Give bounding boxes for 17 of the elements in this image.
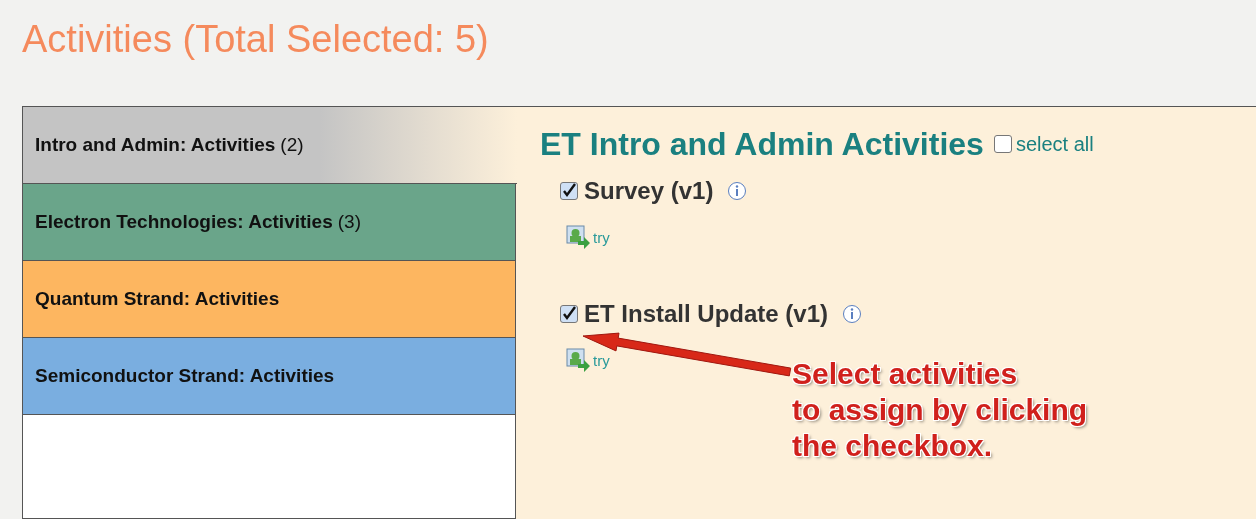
checkbox[interactable] [560,305,578,323]
launch-icon[interactable] [566,225,590,249]
checkbox[interactable] [993,135,1012,153]
activity-name: ET Install Update (v1) [584,300,829,328]
category-tab[interactable]: Electron Technologies: Activities (3) [23,184,516,261]
launch-icon[interactable] [566,348,590,372]
category-tab[interactable]: Semiconductor Strand: Activities [23,338,516,415]
info-icon[interactable] [727,181,748,201]
category-tab[interactable]: Quantum Strand: Activities [23,261,516,338]
activity-name: Survey (v1) [584,177,714,205]
callout-text: Select activities to assign by clicking the checkbox. [792,356,1088,464]
select-all-label[interactable]: select all [1015,132,1094,156]
category-tab[interactable]: Intro and Admin: Activities (2) [23,107,517,184]
checkbox[interactable] [560,182,578,200]
page-title: Activities (Total Selected: 5) [22,18,490,62]
section-heading: ET Intro and Admin Activities [540,125,984,163]
info-icon[interactable] [842,304,863,324]
